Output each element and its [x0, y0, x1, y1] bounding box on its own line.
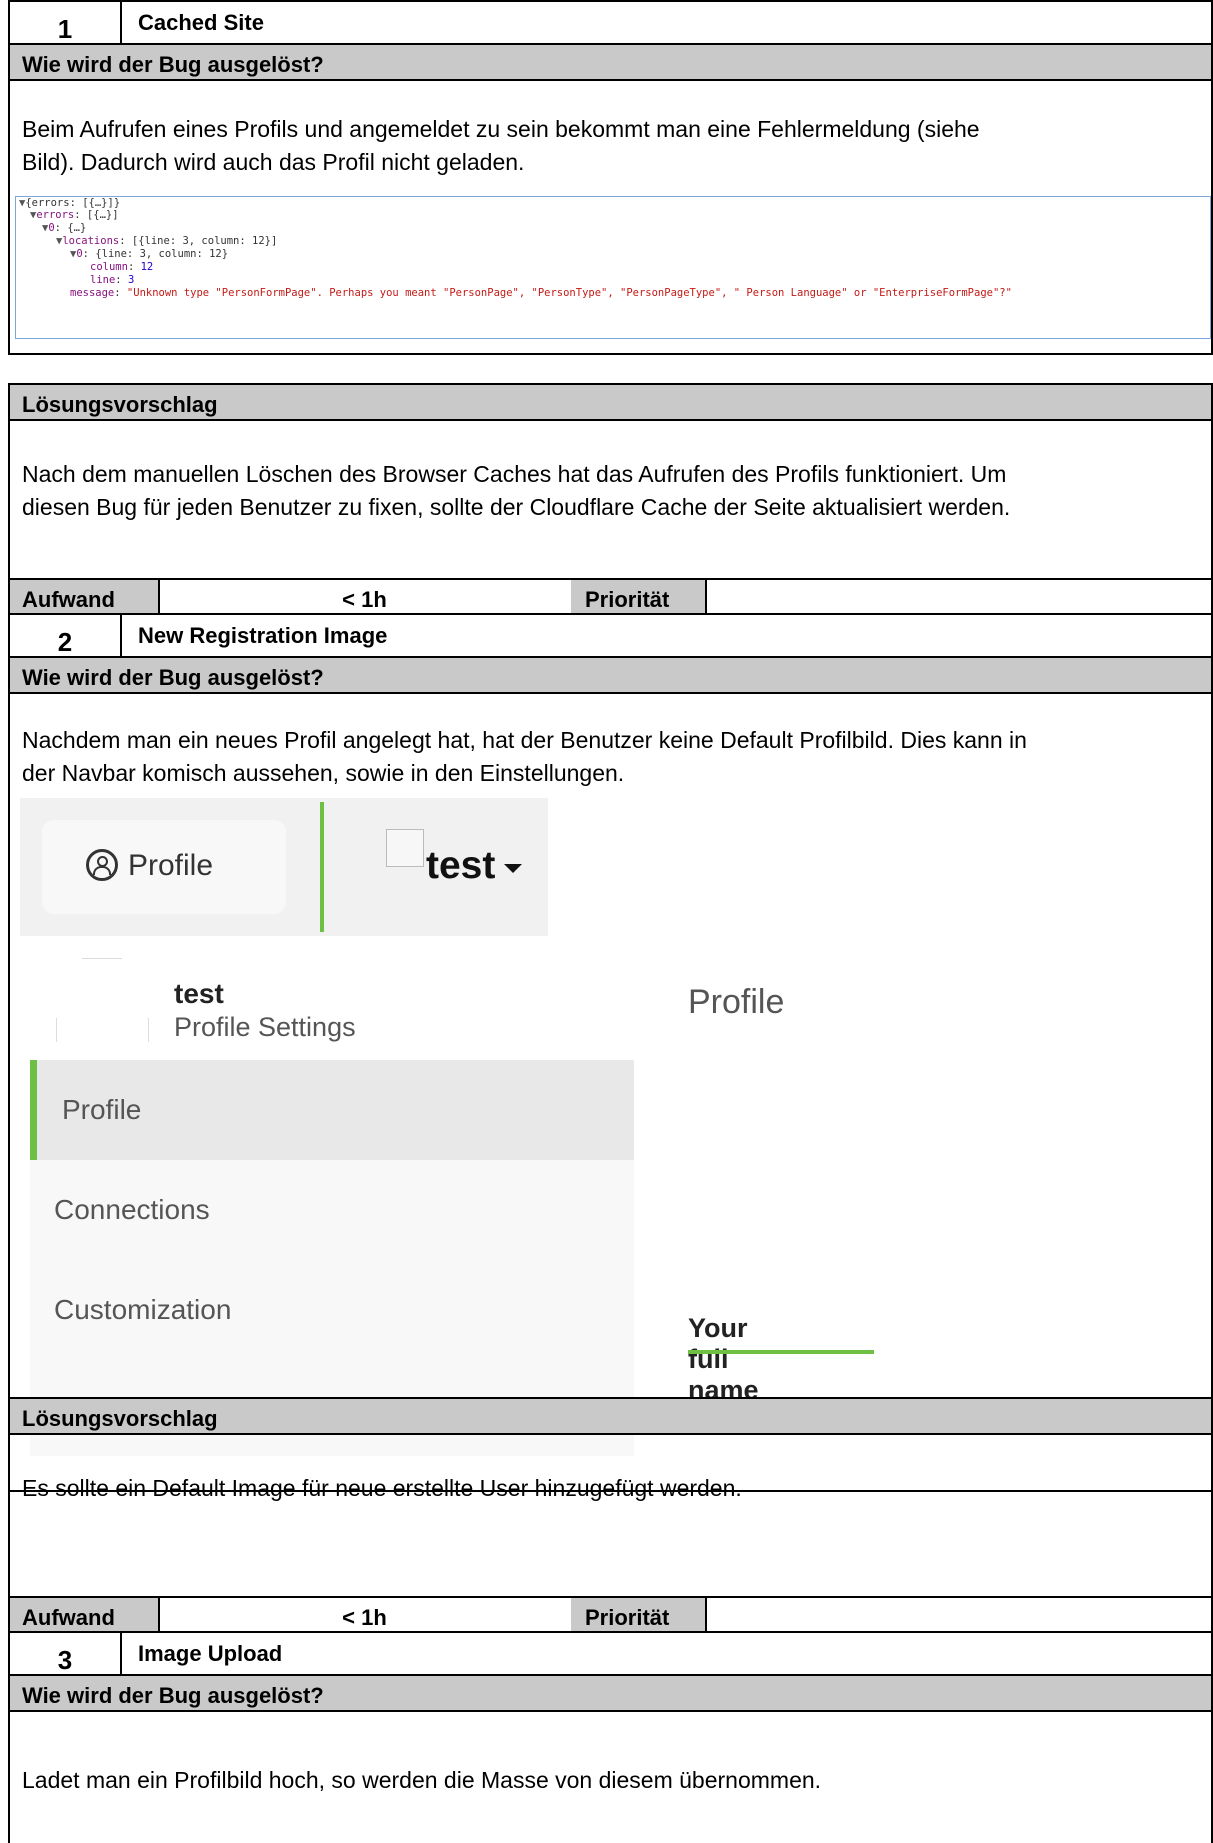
- aufwand-value: < 1h: [342, 1605, 387, 1630]
- bug-number-cell: 2: [10, 615, 122, 657]
- bug-1-trigger-header: Wie wird der Bug ausgelöst?: [8, 43, 1213, 81]
- aufwand-value-cell: < 1h: [158, 1598, 573, 1631]
- menu-item-label: Connections: [54, 1194, 210, 1225]
- bug-1-solution-header: Lösungsvorschlag: [8, 383, 1213, 421]
- bug-title: Image Upload: [138, 1641, 283, 1666]
- menu-item-connections[interactable]: Connections: [30, 1160, 634, 1260]
- bug-number-cell: 3: [10, 1633, 122, 1675]
- bug-1-title-row: 1 Cached Site: [8, 0, 1213, 45]
- trigger-header: Wie wird der Bug ausgelöst?: [22, 665, 324, 690]
- aufwand-value-cell: < 1h: [158, 580, 573, 613]
- bug-3-title-row: 3 Image Upload: [8, 1631, 1213, 1676]
- prioritaet-label: Priorität: [585, 587, 670, 612]
- bug-number: 3: [57, 1645, 73, 1675]
- navbar: Profile test: [20, 798, 548, 936]
- nav-username[interactable]: test: [426, 844, 495, 888]
- aufwand-label-cell: Aufwand: [10, 1598, 160, 1631]
- code-value: [{…}]: [86, 209, 119, 221]
- code-value: "Unknown type "PersonFormPage". Perhaps …: [126, 287, 1012, 299]
- code-key: line: [90, 274, 116, 286]
- aufwand-label: Aufwand: [22, 1605, 115, 1630]
- trigger-header: Wie wird der Bug ausgelöst?: [22, 1683, 324, 1708]
- bug-title: New Registration Image: [138, 623, 388, 648]
- trigger-text-line-1: Ladet man ein Profilbild hoch, so werden…: [22, 1767, 822, 1793]
- menu-item-label: Customization: [54, 1294, 232, 1325]
- code-key: message: [70, 287, 115, 299]
- section-title: Profile: [688, 983, 785, 1021]
- solution-header: Lösungsvorschlag: [22, 392, 218, 417]
- code-key: errors: [36, 209, 75, 221]
- code-value: 3: [127, 274, 135, 286]
- trigger-header: Wie wird der Bug ausgelöst?: [22, 52, 324, 77]
- bug-report-document: 1 Cached Site Wie wird der Bug ausgelöst…: [0, 0, 1213, 1843]
- trigger-text-line-1: Nachdem man ein neues Profil angelegt ha…: [22, 727, 1027, 753]
- active-indicator: [30, 1060, 37, 1160]
- solution-text-line-1: Nach dem manuellen Löschen des Browser C…: [22, 461, 1007, 487]
- nav-profile-label: Profile: [128, 849, 214, 882]
- code-key: locations: [62, 235, 120, 247]
- trigger-text-line-1: Beim Aufrufen eines Profils und angemeld…: [22, 116, 980, 142]
- menu-item-label: Profile: [62, 1094, 142, 1125]
- bug-2-effort-row: Aufwand < 1h Priorität: [8, 1596, 1213, 1633]
- code-key: 0: [76, 248, 83, 260]
- trigger-text-line-2: Bild). Dadurch wird auch das Profil nich…: [22, 149, 525, 175]
- bug-number: 2: [57, 627, 73, 657]
- settings-subtitle: Profile Settings: [174, 1012, 356, 1042]
- bug-1-solution-body: Nach dem manuellen Löschen des Browser C…: [8, 419, 1213, 580]
- prioritaet-label-cell: Priorität: [571, 580, 707, 613]
- profile-settings-screenshot: Profile test test Profile Settings Profi…: [20, 798, 874, 1456]
- menu-item-profile[interactable]: Profile: [30, 1060, 634, 1160]
- user-circle-icon: [86, 849, 118, 881]
- bug-2-trigger-header: Wie wird der Bug ausgelöst?: [8, 656, 1213, 694]
- missing-avatar-image-icon: [386, 829, 424, 867]
- full-name-field-label: Your full name: [688, 1313, 759, 1405]
- nav-profile-button[interactable]: Profile: [42, 820, 286, 914]
- nav-divider: [320, 802, 324, 932]
- full-name-field-underline[interactable]: [688, 1350, 874, 1354]
- aufwand-label-cell: Aufwand: [10, 580, 160, 613]
- solution-text-line-2: diesen Bug für jeden Benutzer zu fixen, …: [22, 494, 1011, 520]
- bug-title: Cached Site: [138, 10, 264, 35]
- menu-item-customization[interactable]: Customization: [30, 1260, 634, 1360]
- code-value: [{line: 3, column: 12}]: [131, 235, 278, 247]
- bug-3-trigger-header: Wie wird der Bug ausgelöst?: [8, 1674, 1213, 1712]
- bug-2-title-row: 2 New Registration Image: [8, 613, 1213, 658]
- error-console-screenshot: ▼{errors: [{…}]} ▼errors: [{…}] ▼0: {…} …: [15, 196, 1211, 339]
- code-key: column: [90, 261, 128, 273]
- aufwand-value: < 1h: [342, 587, 387, 612]
- bug-number: 1: [57, 14, 73, 44]
- prioritaet-label: Priorität: [585, 1605, 670, 1630]
- bug-1-effort-row: Aufwand < 1h Priorität: [8, 578, 1213, 615]
- trigger-text-line-2: der Navbar komisch aussehen, sowie in de…: [22, 760, 625, 786]
- code-key: 0: [48, 222, 55, 234]
- code-value: {…}: [67, 222, 87, 234]
- bug-2-solution-body: Es sollte ein Default Image für neue ers…: [8, 1433, 1213, 1598]
- prioritaet-label-cell: Priorität: [571, 1598, 707, 1631]
- code-value: {line: 3, column: 12}: [95, 248, 229, 260]
- bug-number-cell: 1: [10, 2, 122, 44]
- bug-2-solution-header: Lösungsvorschlag: [8, 1397, 1213, 1435]
- code-line: {errors: [{…}]}: [25, 197, 121, 209]
- solution-header: Lösungsvorschlag: [22, 1406, 218, 1431]
- chevron-down-icon[interactable]: [504, 864, 522, 873]
- solution-text-line-1: Es sollte ein Default Image für neue ers…: [22, 1475, 742, 1501]
- aufwand-label: Aufwand: [22, 587, 115, 612]
- settings-username: test: [174, 978, 224, 1009]
- code-value: 12: [140, 261, 154, 273]
- bug-3-trigger-body: Ladet man ein Profilbild hoch, so werden…: [8, 1710, 1213, 1843]
